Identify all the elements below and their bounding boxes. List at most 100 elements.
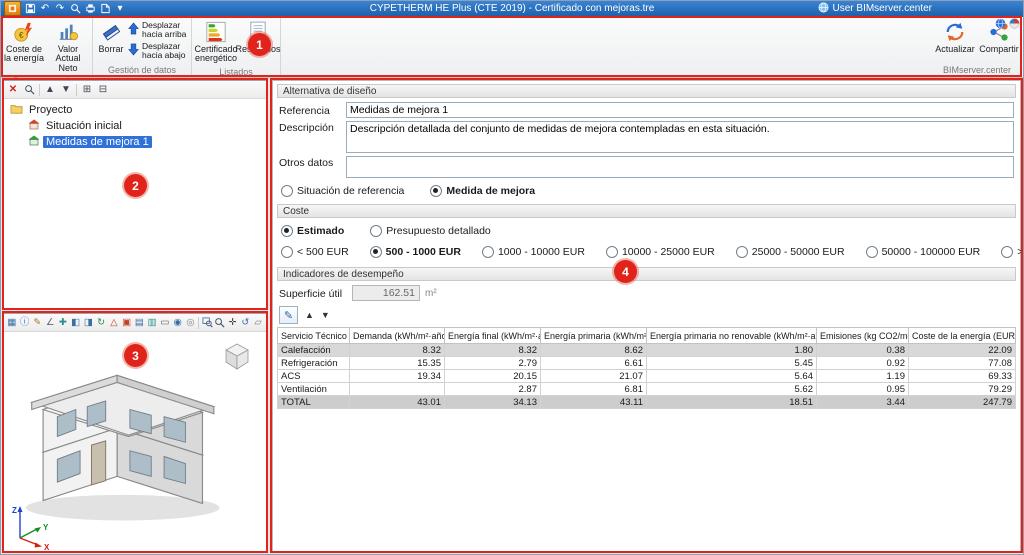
cell[interactable]: 5.62 (646, 382, 817, 396)
cell[interactable]: 19.34 (349, 369, 445, 383)
undo-icon[interactable]: ↶ (38, 2, 52, 15)
valor-actual-neto-button[interactable]: Valor Actual Neto (46, 18, 90, 75)
radio-estimado[interactable]: Estimado (281, 225, 344, 237)
visibility-icon[interactable]: ◎ (185, 316, 197, 330)
split-right-icon[interactable]: ◨ (83, 316, 95, 330)
cell[interactable]: 21.07 (540, 369, 647, 383)
certificado-energetico-button[interactable]: Certificado energético (194, 18, 238, 66)
borrar-button[interactable]: Borrar (95, 18, 127, 64)
referencia-input[interactable] (346, 102, 1014, 118)
actualizar-button[interactable]: Actualizar (933, 18, 977, 64)
desplazar-abajo-button[interactable]: Desplazar hacia abajo (128, 41, 188, 60)
cell[interactable]: 69.33 (908, 369, 1016, 383)
radio-rango-50000-100000[interactable]: 50000 - 100000 EUR (865, 246, 980, 258)
move-up-icon[interactable]: ▲ (43, 83, 57, 97)
tree-item-situacion-inicial[interactable]: Situación inicial (6, 118, 264, 134)
model-3d-canvas[interactable]: Z Y X (4, 332, 266, 552)
cell[interactable]: Ventilación (277, 382, 350, 396)
otros-datos-textarea[interactable] (346, 156, 1014, 178)
orientation-cube-icon[interactable] (220, 338, 254, 372)
cell[interactable]: 6.61 (540, 356, 647, 370)
export-icon[interactable] (98, 2, 112, 15)
cell[interactable]: 15.35 (349, 356, 445, 370)
delete-icon[interactable]: ✕ (6, 83, 20, 97)
cell[interactable]: 0.38 (816, 343, 909, 357)
collapse-all-icon[interactable]: ⊟ (96, 83, 110, 97)
cell[interactable]: Refrigeración (277, 356, 350, 370)
table-row-total[interactable]: TOTAL 43.01 34.13 43.11 18.51 3.44 247.7… (277, 395, 1016, 409)
pan-icon[interactable]: ✛ (227, 316, 239, 330)
world-icon[interactable] (995, 18, 1006, 32)
cell[interactable] (349, 382, 445, 396)
cell[interactable]: TOTAL (277, 395, 350, 409)
radio-situacion-referencia[interactable]: Situación de referencia (281, 185, 404, 197)
radio-rango-menor-500[interactable]: < 500 EUR (281, 246, 349, 258)
descripcion-textarea[interactable]: Descripción detallada del conjunto de me… (346, 121, 1014, 153)
cell[interactable]: 0.92 (816, 356, 909, 370)
previous-view-icon[interactable]: ▱ (252, 316, 264, 330)
row-up-icon[interactable]: ▲ (305, 310, 314, 320)
app-logo-icon[interactable] (4, 1, 21, 16)
resultados-button[interactable]: Resultados (235, 18, 281, 66)
cell[interactable]: 247.79 (908, 395, 1016, 409)
cell[interactable]: 20.15 (444, 369, 541, 383)
cell[interactable]: 5.64 (646, 369, 817, 383)
cell[interactable]: 79.29 (908, 382, 1016, 396)
cell[interactable]: 2.87 (444, 382, 541, 396)
cell[interactable]: 8.32 (349, 343, 445, 357)
fit-view-icon[interactable]: ▦ (6, 316, 18, 330)
orbit-icon[interactable]: ↺ (239, 316, 251, 330)
radio-medida-mejora[interactable]: Medida de mejora (430, 185, 535, 197)
row-down-icon[interactable]: ▼ (321, 310, 330, 320)
monitor-icon[interactable]: ▭ (159, 316, 171, 330)
cell[interactable]: 43.01 (349, 395, 445, 409)
cell[interactable]: 22.09 (908, 343, 1016, 357)
cell[interactable]: 0.95 (816, 382, 909, 396)
update-status-icon[interactable] (1009, 18, 1020, 32)
radio-presupuesto-detallado[interactable]: Presupuesto detallado (370, 225, 491, 237)
cell[interactable]: 5.45 (646, 356, 817, 370)
target-icon[interactable]: ◉ (172, 316, 184, 330)
user-area[interactable]: User BIMserver.center (818, 0, 932, 17)
radio-rango-25000-50000[interactable]: 25000 - 50000 EUR (735, 246, 845, 258)
split-left-icon[interactable]: ◧ (70, 316, 82, 330)
desplazar-arriba-button[interactable]: Desplazar hacia arriba (128, 21, 188, 39)
cell[interactable]: 18.51 (646, 395, 817, 409)
annotate-icon[interactable]: ✎ (32, 316, 44, 330)
cell[interactable]: 1.80 (646, 343, 817, 357)
edit-icon[interactable]: ✎ (279, 306, 298, 324)
zoom-icon[interactable] (68, 2, 82, 15)
tree-item-proyecto[interactable]: Proyecto (6, 102, 264, 118)
measure-icon[interactable]: ∠ (44, 316, 56, 330)
cell[interactable]: 8.32 (444, 343, 541, 357)
table-row-ventilacion[interactable]: Ventilación 2.87 6.81 5.62 0.95 79.29 (277, 382, 1016, 396)
tree-item-medidas-mejora-1[interactable]: Medidas de mejora 1 (6, 134, 264, 150)
quick-access-dropdown-icon[interactable]: ▾ (113, 2, 127, 15)
zoom-extents-icon[interactable] (214, 316, 226, 330)
zoom-window-icon[interactable] (201, 316, 213, 330)
cell[interactable]: ACS (277, 369, 350, 383)
print-icon[interactable] (83, 2, 97, 15)
table-row-calefaccion[interactable]: Calefacción 8.32 8.32 8.62 1.80 0.38 22.… (277, 343, 1016, 357)
cell[interactable]: 1.19 (816, 369, 909, 383)
cell[interactable]: 34.13 (444, 395, 541, 409)
grid-view-icon[interactable]: ▥ (146, 316, 158, 330)
cell[interactable]: Calefacción (277, 343, 350, 357)
add-element-icon[interactable]: ✚ (57, 316, 69, 330)
redo-icon[interactable]: ↷ (53, 2, 67, 15)
expand-all-icon[interactable]: ⊞ (80, 83, 94, 97)
radio-rango-1000-10000[interactable]: 1000 - 10000 EUR (481, 246, 585, 258)
cell[interactable]: 2.79 (444, 356, 541, 370)
section-box-icon[interactable]: ▣ (121, 316, 133, 330)
radio-rango-10000-25000[interactable]: 10000 - 25000 EUR (605, 246, 715, 258)
move-down-icon[interactable]: ▼ (59, 83, 73, 97)
radio-rango-500-1000[interactable]: 500 - 1000 EUR (369, 246, 461, 258)
save-icon[interactable] (23, 2, 37, 15)
refresh-view-icon[interactable]: ↻ (95, 316, 107, 330)
cell[interactable]: 8.62 (540, 343, 647, 357)
radio-rango-mayor-100000[interactable]: > 100000 EUR (1001, 246, 1024, 258)
search-icon[interactable] (22, 83, 36, 97)
info-icon[interactable]: ⓘ (19, 316, 31, 330)
cell[interactable]: 43.11 (540, 395, 647, 409)
cell[interactable]: 3.44 (816, 395, 909, 409)
